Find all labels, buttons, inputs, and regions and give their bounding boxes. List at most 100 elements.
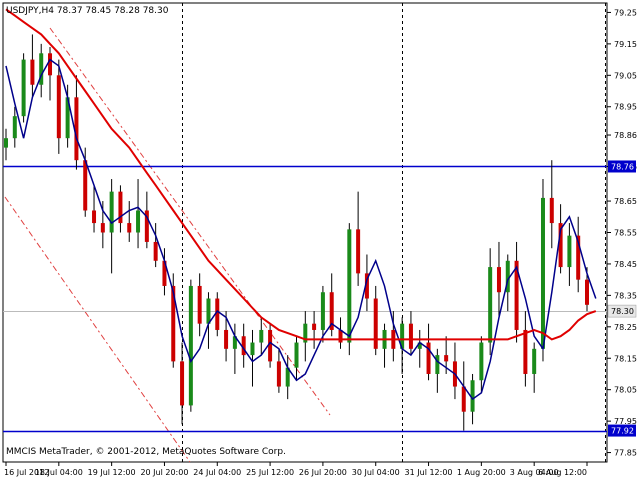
y-tick-label: 78.45	[614, 260, 637, 269]
y-tick-label: 79.05	[614, 71, 637, 80]
candle	[312, 311, 317, 349]
candle	[294, 336, 299, 381]
y-tick-label: 79.25	[614, 8, 637, 17]
candle	[356, 191, 361, 286]
y-tick-label: 78.95	[614, 103, 637, 112]
x-tick-label: 31 Jul 12:00	[405, 468, 453, 477]
x-tick-label: 26 Jul 20:00	[299, 468, 347, 477]
price-axis: 79.25 79.15 79.05 78.95 78.86 78.76 78.65 78.55…	[607, 8, 637, 458]
candle	[373, 285, 378, 356]
chart-canvas[interactable]: 79.25 79.15 79.05 78.95 78.86 78.76 78.65 78.55…	[0, 0, 640, 480]
candle	[118, 185, 123, 233]
candle-body	[276, 361, 281, 387]
candle	[514, 241, 519, 343]
candle-body	[127, 223, 132, 233]
candle-body	[56, 75, 61, 139]
candle	[382, 323, 387, 368]
candle-body	[259, 329, 264, 343]
candle	[435, 348, 440, 393]
candle-body	[109, 191, 114, 233]
candle-body	[461, 386, 466, 412]
candle-body	[540, 197, 545, 349]
candle-body	[444, 355, 449, 362]
candle	[338, 317, 343, 349]
candle-body	[320, 292, 325, 330]
candle	[567, 223, 572, 286]
candle	[197, 273, 202, 337]
candle-body	[188, 285, 193, 406]
candle	[461, 361, 466, 431]
candle	[188, 279, 193, 412]
candle-body	[496, 267, 501, 293]
candle	[532, 342, 537, 393]
copyright-text: MMCIS MetaTrader, © 2001-2012, MetaQuote…	[6, 447, 286, 457]
candle	[285, 355, 290, 400]
y-tick-label: 78.15	[614, 354, 637, 363]
x-tick-label: 6 Aug 12:00	[538, 468, 587, 477]
y-tick-label: 78.86	[614, 131, 637, 140]
candle-body	[92, 210, 97, 224]
candle-body	[356, 229, 361, 274]
candle-body	[549, 197, 554, 224]
candle-body	[373, 298, 378, 349]
x-tick-label: 20 Jul 20:00	[140, 468, 188, 477]
current-price-tag: 78.30	[611, 307, 634, 316]
candle-body	[294, 342, 299, 368]
candles	[4, 34, 589, 431]
candle-body	[312, 323, 317, 330]
y-tick-label: 78.05	[614, 386, 637, 395]
y-tick-label: 77.85	[614, 449, 637, 458]
level-price-tag: 78.76	[611, 162, 634, 171]
candle	[303, 311, 308, 362]
candle-body	[347, 229, 352, 343]
candle-body	[567, 235, 572, 268]
x-tick-label: 19 Jul 12:00	[88, 468, 136, 477]
candle	[496, 241, 501, 318]
candle	[452, 342, 457, 400]
trend-channel[interactable]	[4, 27, 331, 463]
candle	[417, 329, 422, 368]
candle	[109, 179, 114, 274]
candle	[276, 348, 281, 393]
candle-body	[136, 210, 141, 233]
candle	[523, 311, 528, 387]
candle	[74, 75, 79, 170]
candle	[136, 179, 141, 249]
candle-body	[83, 160, 88, 211]
candle-body	[408, 323, 413, 349]
candle	[479, 336, 484, 393]
candle-body	[12, 116, 17, 139]
candle-body	[30, 59, 35, 85]
candle	[39, 43, 44, 98]
candle	[12, 106, 17, 148]
candle-body	[4, 138, 8, 148]
candle-body	[21, 59, 26, 117]
candle-body	[585, 279, 589, 305]
candle	[232, 323, 237, 374]
candle	[408, 311, 413, 356]
symbol-header: USDJPY,H4 78.37 78.45 78.28 78.30	[6, 6, 169, 16]
level-price-tag: 77.92	[611, 427, 634, 436]
candle	[30, 34, 35, 98]
candle	[549, 160, 554, 249]
candle-body	[206, 298, 211, 324]
y-tick-label: 78.55	[614, 229, 637, 238]
candle-body	[153, 241, 158, 261]
candle-body	[250, 342, 255, 356]
candle-body	[48, 53, 53, 76]
y-tick-label: 78.65	[614, 197, 637, 206]
x-tick-label: 18 Jul 04:00	[35, 468, 83, 477]
candle	[4, 128, 8, 161]
candle-body	[197, 285, 202, 324]
y-tick-label: 79.15	[614, 40, 637, 49]
channel-lower-line[interactable]	[4, 196, 191, 463]
candle	[92, 185, 97, 233]
candle-body	[479, 342, 484, 381]
candle	[153, 223, 158, 268]
candle-body	[180, 361, 185, 406]
x-tick-label: 30 Jul 04:00	[352, 468, 400, 477]
y-tick-label: 78.25	[614, 323, 637, 332]
chart-window[interactable]: 79.25 79.15 79.05 78.95 78.86 78.76 78.65 78.55…	[0, 0, 640, 480]
candle-body	[435, 355, 440, 374]
x-tick-label: 25 Jul 12:00	[246, 468, 294, 477]
